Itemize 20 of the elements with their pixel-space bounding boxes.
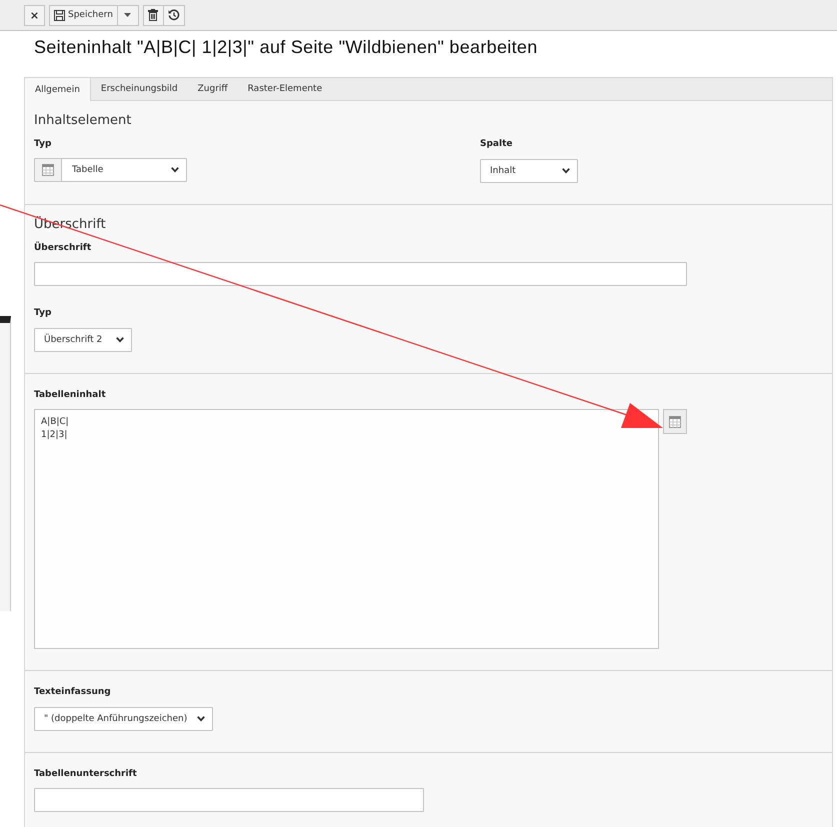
field-label: Texteinfassung bbox=[34, 687, 112, 697]
tab[interactable]: Erscheinungsbild bbox=[90, 78, 188, 100]
close-button[interactable]: × bbox=[24, 4, 45, 26]
section-heading: Inhaltselement bbox=[34, 113, 132, 130]
field-label: Typ bbox=[34, 139, 52, 149]
field-label: Typ bbox=[34, 308, 52, 318]
field-label: Tabelleninhalt bbox=[34, 390, 107, 400]
select-field[interactable]: Überschrift 2 bbox=[34, 328, 132, 352]
textarea-field[interactable]: A|B|C| 1|2|3| bbox=[34, 409, 659, 649]
field-label: Spalte bbox=[480, 139, 514, 149]
select-field[interactable]: " (doppelte Anführungszeichen) bbox=[34, 707, 214, 731]
save-button[interactable]: Speichern bbox=[49, 4, 118, 26]
page-title: Seiteninhalt "A|B|C| 1|2|3|" auf Seite "Wildbienen" bearbeiten bbox=[34, 37, 539, 58]
select-field[interactable]: Inhalt bbox=[480, 159, 578, 183]
select-field[interactable]: Tabelle bbox=[34, 158, 187, 182]
field-label: Tabellenunterschrift bbox=[34, 769, 138, 779]
tab[interactable]: Allgemein bbox=[24, 77, 91, 101]
tab[interactable]: Zugriff bbox=[188, 78, 238, 100]
tab[interactable]: Raster-Elemente bbox=[238, 78, 332, 100]
field-label: Überschrift bbox=[34, 243, 92, 253]
